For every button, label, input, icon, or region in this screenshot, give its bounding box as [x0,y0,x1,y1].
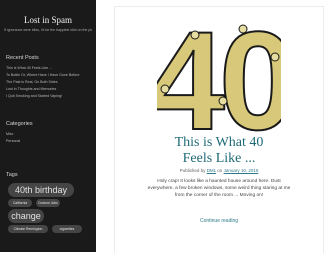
site-description: If ignorance were bliss, I'd be the happ… [4,28,92,32]
bone-knob [218,96,228,106]
post-title-line2[interactable]: Feels Like ... [115,151,323,167]
published-by-label: Published by [179,168,206,173]
on-label: on [217,168,223,173]
tags-heading: Tags [6,172,18,178]
hero-digits: 40 [157,17,281,133]
bone-knob [160,84,170,94]
recent-posts-heading: Recent Posts [6,55,39,61]
recent-post-link[interactable]: The Past is Real, On Both Sides [6,80,58,84]
post-date-link[interactable]: January 10, 2019 [224,168,259,173]
recent-post-link[interactable]: I Quit Smoking and Started Vaping! [6,94,62,98]
tag-climate-remington[interactable]: Climate Remington [8,225,48,233]
excerpt-line: Holy crap! It looks like a haunted house… [157,179,281,184]
post-card: 40 This is What 40 Feels Like ... Publis… [114,6,324,253]
tag-change[interactable]: change [8,209,44,223]
categories-heading: Categories [6,121,33,127]
bone-knob [190,30,200,40]
excerpt-line: everywhere, a few broken windows, some w… [147,186,291,191]
sidebar: Lost in Spam If ignorance were bliss, I'… [0,0,96,252]
featured-image-40[interactable]: 40 [157,17,281,133]
bone-knob [238,24,248,34]
tag-custom-jobs[interactable]: Custom Jobs [36,199,60,207]
tag-cigarettes[interactable]: cigarettes [52,225,82,233]
post-title-line1[interactable]: This is What 40 [115,135,323,151]
tag-california[interactable]: California [8,199,32,207]
recent-post-link[interactable]: To Bottle Or, Where Have I Have Gone Bef… [6,73,80,77]
continue-reading-link[interactable]: Continue reading [115,218,323,224]
bone-knob [270,52,280,62]
category-link-misc[interactable]: Misc [6,132,13,136]
post-meta: Published by DML on January 10, 2019 [115,168,323,173]
tag-40th-birthday[interactable]: 40th birthday [8,183,74,197]
site-title[interactable]: Lost in Spam [0,15,96,25]
category-link-personal[interactable]: Personal [6,139,20,143]
author-link[interactable]: DML [207,168,216,173]
recent-post-link[interactable]: Lost in Thoughts and Memories [6,87,56,91]
excerpt-line: from the corner of the room ... Moving o… [174,193,264,198]
main-content: 40 This is What 40 Feels Like ... Publis… [96,0,336,253]
recent-post-link[interactable]: This is What 40 Feels Like ... [6,66,52,70]
